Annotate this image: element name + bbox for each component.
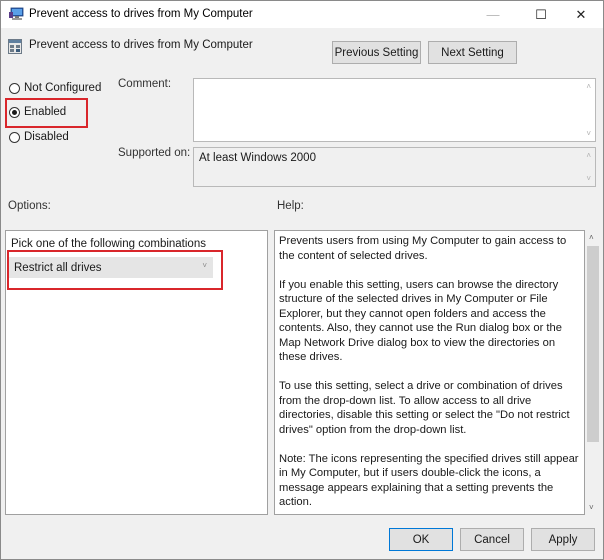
- help-scrollbar[interactable]: ˄ ˅: [585, 230, 601, 515]
- supported-on-field: At least Windows 2000 ˄ ˅: [193, 147, 596, 187]
- radio-circle[interactable]: [9, 131, 20, 143]
- help-paragraph: Prevents users from using My Computer to…: [279, 235, 570, 262]
- cancel-button[interactable]: Cancel: [460, 528, 524, 551]
- ok-button[interactable]: OK: [389, 528, 453, 551]
- help-text-area: Prevents users from using My Computer to…: [274, 230, 585, 515]
- scroll-up-icon[interactable]: ˄: [586, 82, 591, 91]
- scroll-down-icon[interactable]: ˅: [586, 129, 591, 138]
- supported-on-value: At least Windows 2000: [199, 152, 316, 164]
- options-label: Options:: [8, 200, 51, 212]
- enabled-highlight-box: [5, 98, 88, 128]
- help-panel: Prevents users from using My Computer to…: [274, 230, 601, 515]
- help-paragraph: To use this setting, select a drive or c…: [279, 380, 573, 436]
- radio-label: Not Configured: [24, 82, 102, 94]
- comment-textarea[interactable]: ˄ ˅: [193, 78, 596, 142]
- scroll-down-icon[interactable]: ˅: [589, 503, 594, 512]
- help-paragraph: Note: The icons representing the specifi…: [279, 452, 582, 509]
- radio-not-configured[interactable]: Not Configured: [9, 82, 101, 94]
- next-setting-button[interactable]: Next Setting: [428, 41, 517, 64]
- window-title: Prevent access to drives from My Compute…: [29, 8, 253, 20]
- scroll-down-icon[interactable]: ˅: [586, 174, 591, 183]
- radio-circle[interactable]: [9, 82, 20, 94]
- dropdown-highlight-box: [7, 250, 223, 290]
- supported-on-label: Supported on:: [118, 147, 191, 159]
- apply-button[interactable]: Apply: [531, 528, 595, 551]
- help-paragraph: If you enable this setting, users can br…: [279, 278, 566, 364]
- scrollbar-thumb[interactable]: [587, 246, 599, 442]
- maximize-button[interactable]: ☐: [519, 1, 563, 28]
- policy-dialog-window: Prevent access to drives from My Compute…: [0, 0, 604, 560]
- computer-icon: [9, 7, 24, 20]
- previous-setting-button[interactable]: Previous Setting: [332, 41, 421, 64]
- title-bar: Prevent access to drives from My Compute…: [1, 1, 603, 28]
- setting-title: Prevent access to drives from My Compute…: [29, 39, 253, 51]
- policy-setting-icon: [8, 39, 22, 54]
- minimize-button[interactable]: —: [471, 1, 515, 28]
- close-button[interactable]: ✕: [559, 1, 603, 28]
- help-label: Help:: [277, 200, 304, 212]
- radio-label: Disabled: [24, 131, 69, 143]
- scroll-up-icon[interactable]: ˄: [586, 151, 591, 160]
- scroll-up-icon[interactable]: ˄: [589, 233, 594, 242]
- radio-disabled[interactable]: Disabled: [9, 131, 69, 143]
- comment-label: Comment:: [118, 78, 172, 90]
- combination-label: Pick one of the following combinations: [11, 238, 206, 250]
